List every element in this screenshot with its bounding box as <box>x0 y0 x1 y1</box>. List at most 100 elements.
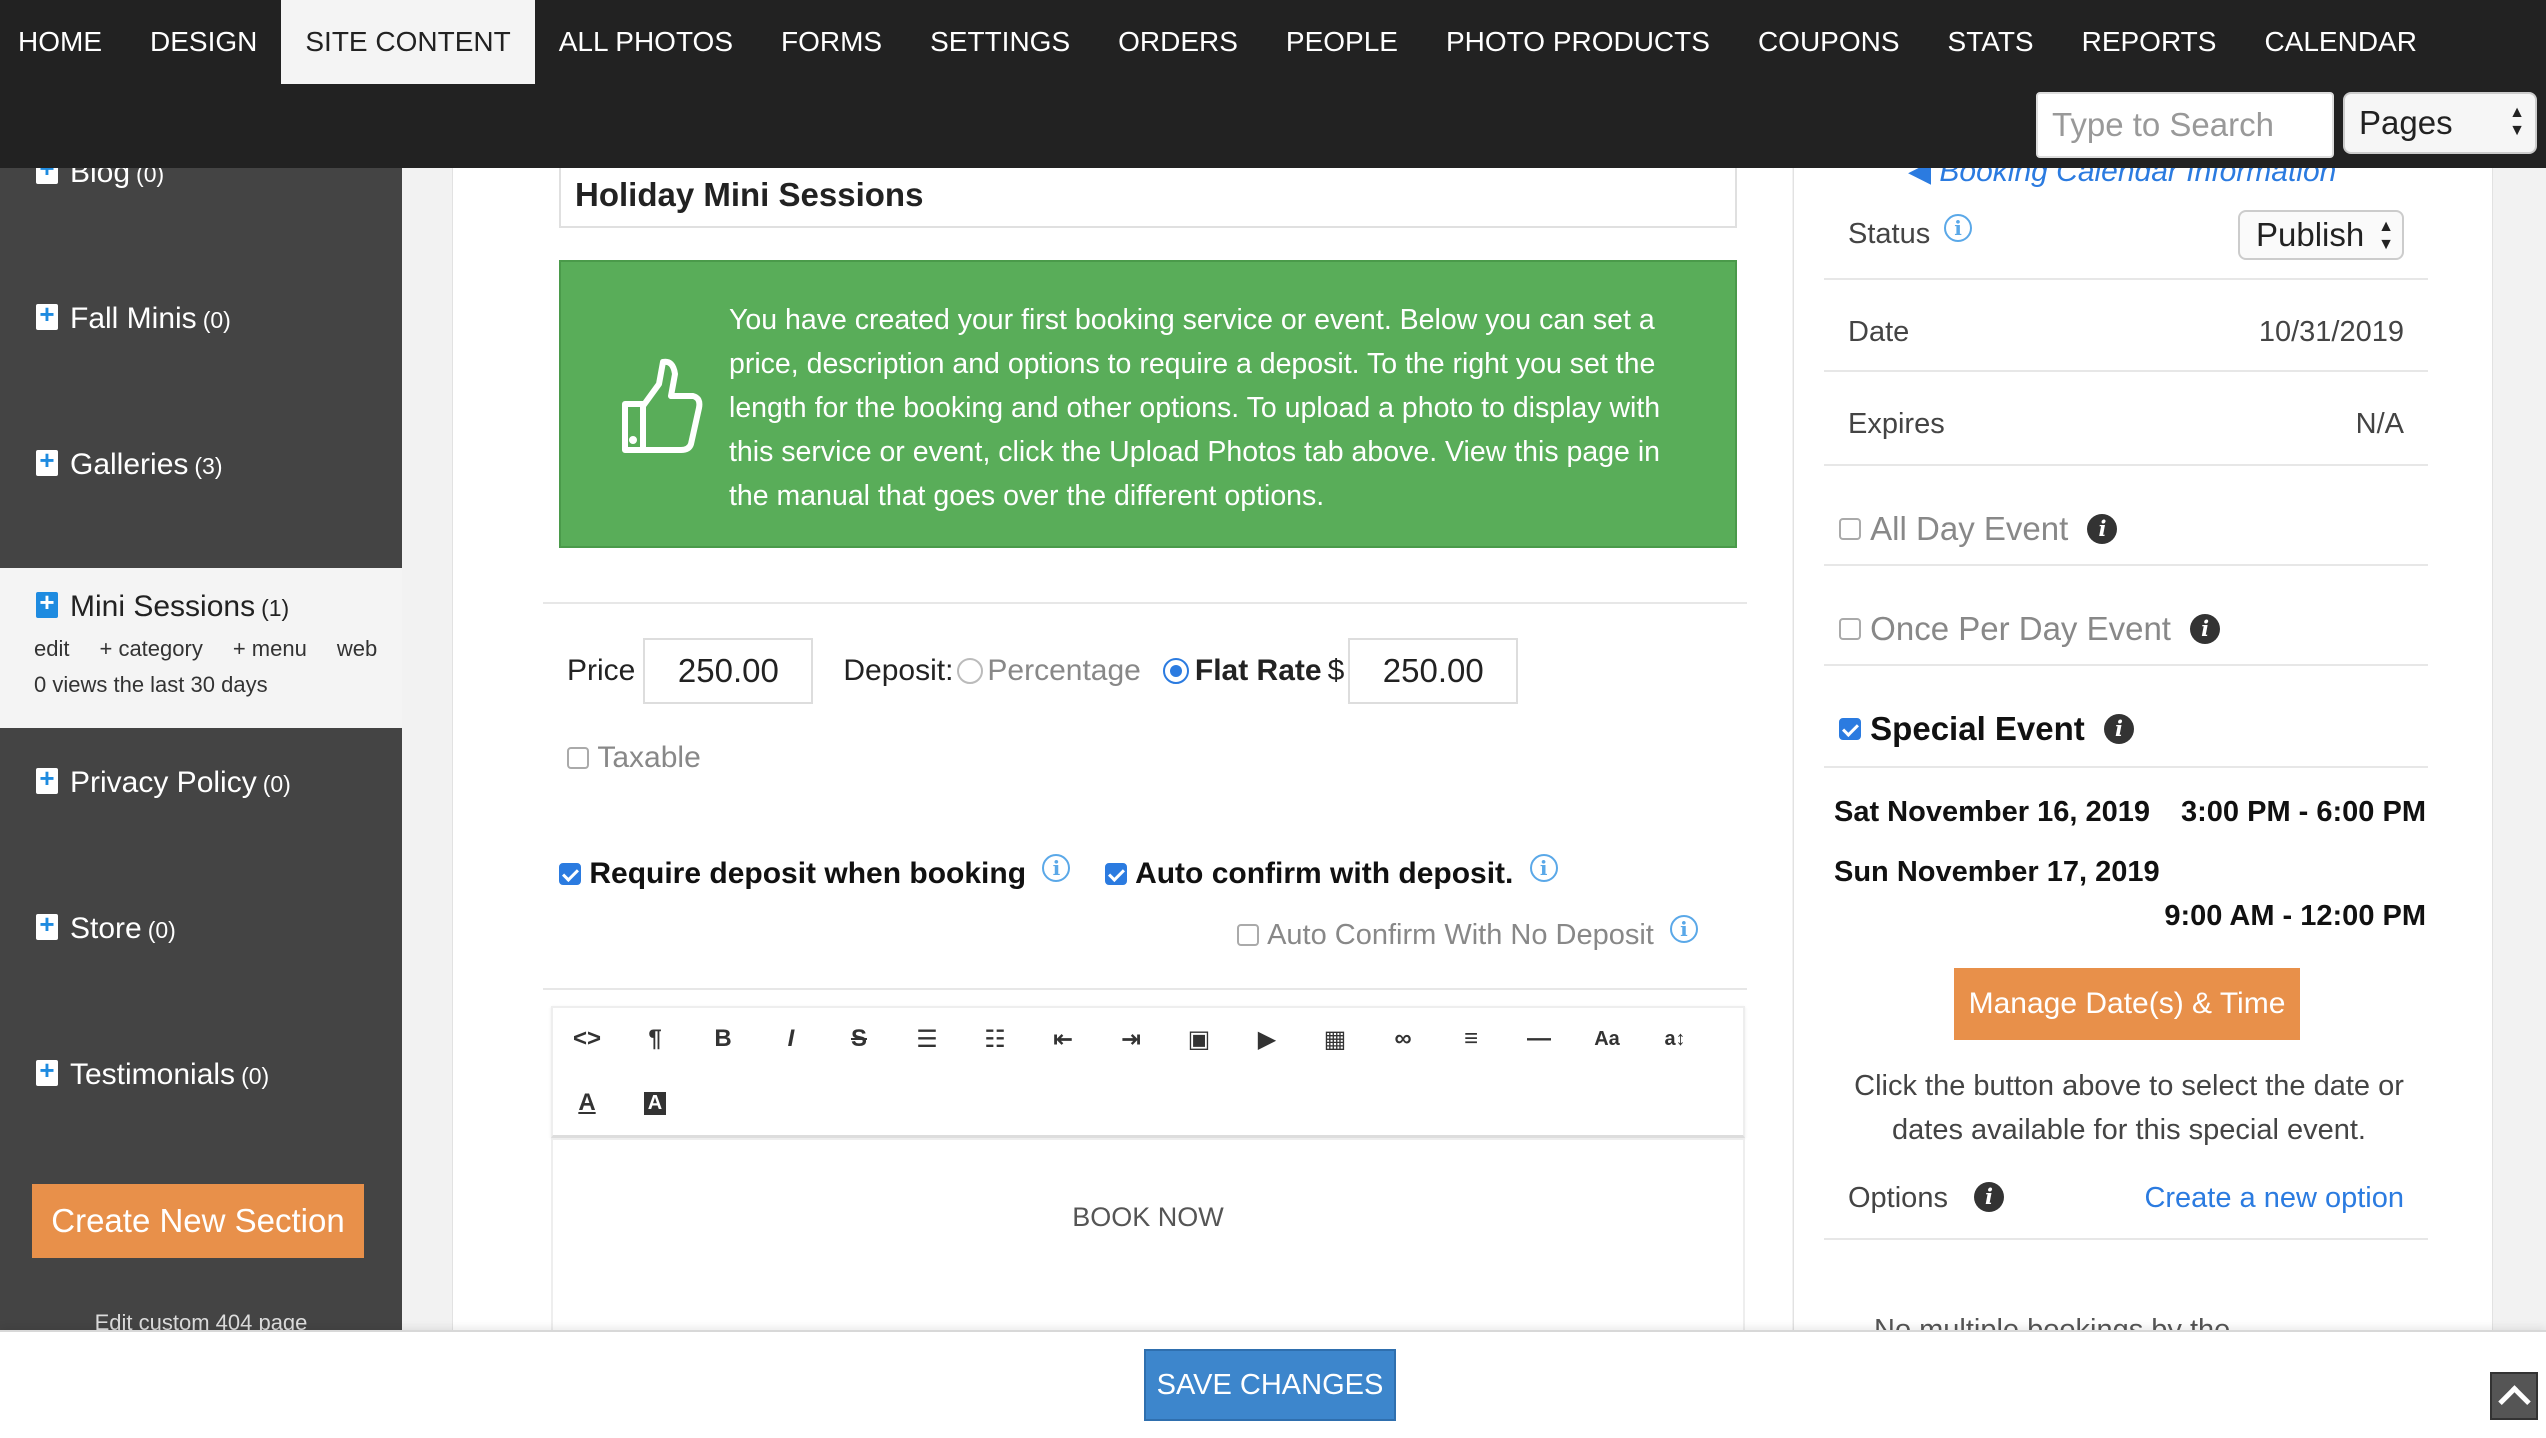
web-link[interactable]: web <box>337 636 377 662</box>
background-color-icon[interactable]: A <box>621 1072 689 1134</box>
indent-icon[interactable]: ⇥ <box>1097 1008 1165 1070</box>
nav-site-content[interactable]: SITE CONTENT <box>281 0 535 84</box>
price-label: Price <box>567 654 636 687</box>
add-menu-link[interactable]: + menu <box>233 636 307 662</box>
top-bar: HOME DESIGN SITE CONTENT ALL PHOTOS FORM… <box>0 0 2546 168</box>
sidebar-item-privacy-policy[interactable]: Privacy Policy (0) <box>0 748 402 894</box>
nav-people[interactable]: PEOPLE <box>1262 0 1422 84</box>
flat-rate-radio[interactable] <box>1162 658 1189 684</box>
nav-forms[interactable]: FORMS <box>757 0 906 84</box>
info-icon[interactable]: i <box>1042 854 1071 883</box>
bold-icon[interactable]: B <box>689 1008 757 1070</box>
deposit-label: Deposit: <box>843 654 954 687</box>
booking-calendar-link[interactable]: ◀ Booking Calendar Information <box>1908 168 2336 189</box>
divider <box>543 602 1747 604</box>
sidebar-item-galleries[interactable]: Galleries (3) <box>0 430 402 576</box>
all-day-checkbox[interactable] <box>1839 518 1861 541</box>
nav-all-photos[interactable]: ALL PHOTOS <box>535 0 757 84</box>
no-deposit-row: Auto Confirm With No Deposit i <box>1237 915 1698 952</box>
nav-home[interactable]: HOME <box>0 0 126 84</box>
nav-reports[interactable]: REPORTS <box>2058 0 2241 84</box>
strikethrough-icon[interactable]: S <box>825 1008 893 1070</box>
edit-link[interactable]: edit <box>34 636 69 662</box>
nav-orders[interactable]: ORDERS <box>1094 0 1262 84</box>
select-arrows-icon: ▲ ▼ <box>2378 218 2394 253</box>
date-row: Date 10/31/2019 <box>1824 280 2428 372</box>
taxable-checkbox[interactable] <box>567 747 589 770</box>
text-color-icon[interactable]: A <box>553 1072 621 1134</box>
nav-settings[interactable]: SETTINGS <box>906 0 1094 84</box>
bullet-list-icon[interactable]: ☰ <box>893 1008 961 1070</box>
rich-text-editor[interactable]: BOOK NOW <box>551 1138 1745 1330</box>
sidebar-item-label: Store <box>70 912 142 945</box>
info-icon[interactable]: i <box>1529 854 1558 883</box>
deposit-options-row: Require deposit when booking i Auto conf… <box>559 854 1558 891</box>
event-date: Sat November 16, 2019 <box>1834 796 2150 828</box>
require-deposit-checkbox[interactable] <box>559 863 581 886</box>
pages-select[interactable]: Pages ▲ ▼ <box>2343 92 2537 154</box>
info-icon[interactable]: i <box>2190 614 2221 645</box>
title-field[interactable]: Holiday Mini Sessions <box>559 168 1737 228</box>
add-page-icon <box>36 909 58 940</box>
sidebar-item-count: (1) <box>261 595 290 621</box>
info-icon[interactable]: i <box>2087 514 2118 545</box>
nav-calendar[interactable]: CALENDAR <box>2240 0 2440 84</box>
special-event-checkbox[interactable] <box>1839 718 1861 741</box>
table-icon[interactable]: ▦ <box>1301 1008 1369 1070</box>
manage-dates-button[interactable]: Manage Date(s) & Time <box>1954 968 2300 1040</box>
video-icon[interactable]: ▶ <box>1233 1008 1301 1070</box>
search-input[interactable]: Type to Search <box>2036 92 2334 158</box>
nav-photo-products[interactable]: PHOTO PRODUCTS <box>1422 0 1734 84</box>
nav-design[interactable]: DESIGN <box>126 0 281 84</box>
add-page-icon <box>36 1055 58 1086</box>
info-icon[interactable]: i <box>1669 915 1698 944</box>
link-icon[interactable]: ∞ <box>1369 1008 1437 1070</box>
date-value[interactable]: 10/31/2019 <box>2259 316 2404 349</box>
divider <box>543 988 1747 990</box>
line-height-icon[interactable]: a↕ <box>1641 1008 1709 1070</box>
code-view-icon[interactable]: <> <box>553 1008 621 1070</box>
create-option-link[interactable]: Create a new option <box>2144 1182 2404 1215</box>
sidebar-item-store[interactable]: Store (0) <box>0 894 402 1040</box>
require-deposit-label: Require deposit when booking <box>589 857 1027 891</box>
add-category-link[interactable]: + category <box>99 636 202 662</box>
italic-icon[interactable]: I <box>757 1008 825 1070</box>
percentage-label: Percentage <box>987 654 1141 687</box>
sidebar-item-fall-minis[interactable]: Fall Minis (0) <box>0 284 402 430</box>
bottom-bar: SAVE CHANGES <box>0 1330 2546 1438</box>
outdent-icon[interactable]: ⇤ <box>1029 1008 1097 1070</box>
auto-confirm-no-deposit-checkbox[interactable] <box>1237 924 1259 947</box>
sidebar-item-mini-sessions[interactable]: Mini Sessions (1) edit + category + menu… <box>0 568 402 728</box>
auto-confirm-checkbox[interactable] <box>1104 863 1127 886</box>
info-icon[interactable]: i <box>1974 1182 2004 1212</box>
font-size-icon[interactable]: Aa <box>1573 1008 1641 1070</box>
create-new-section-button[interactable]: Create New Section <box>32 1184 364 1258</box>
megaphone-icon: ◀ <box>1908 168 1932 188</box>
percentage-radio[interactable] <box>957 658 984 684</box>
sidebar-item-blog[interactable]: Blog (0) <box>0 168 402 284</box>
info-icon[interactable]: i <box>2103 714 2134 745</box>
nav-coupons[interactable]: COUPONS <box>1734 0 1924 84</box>
scroll-to-top-icon[interactable] <box>2490 1372 2538 1420</box>
sidebar-item-title: Store (0) <box>36 909 176 946</box>
nav-stats[interactable]: STATS <box>1924 0 2058 84</box>
align-icon[interactable]: ≡ <box>1437 1008 1505 1070</box>
sidebar-item-title: Fall Minis (0) <box>36 299 231 336</box>
sidebar-item-testimonials[interactable]: Testimonials (0) <box>0 1040 402 1186</box>
special-event-label: Special Event <box>1870 710 2085 748</box>
horizontal-rule-icon[interactable]: — <box>1505 1008 1573 1070</box>
numbered-list-icon[interactable]: ☷ <box>961 1008 1029 1070</box>
select-arrows-icon: ▲ ▼ <box>2509 104 2525 139</box>
expires-value[interactable]: N/A <box>2356 408 2404 441</box>
once-per-day-checkbox[interactable] <box>1839 618 1861 641</box>
sidebar-item-label: Blog <box>70 168 131 189</box>
sidebar-item-count: (3) <box>194 453 223 479</box>
info-icon[interactable]: i <box>1944 214 1972 242</box>
price-input[interactable]: 250.00 <box>643 638 814 704</box>
status-select[interactable]: Publish ▲ ▼ <box>2238 210 2404 260</box>
paragraph-icon[interactable]: ¶ <box>621 1008 689 1070</box>
save-changes-button[interactable]: SAVE CHANGES <box>1144 1349 1396 1421</box>
image-icon[interactable]: ▣ <box>1165 1008 1233 1070</box>
editor-body-text: BOOK NOW <box>1072 1202 1224 1232</box>
deposit-input[interactable]: 250.00 <box>1348 638 1519 704</box>
